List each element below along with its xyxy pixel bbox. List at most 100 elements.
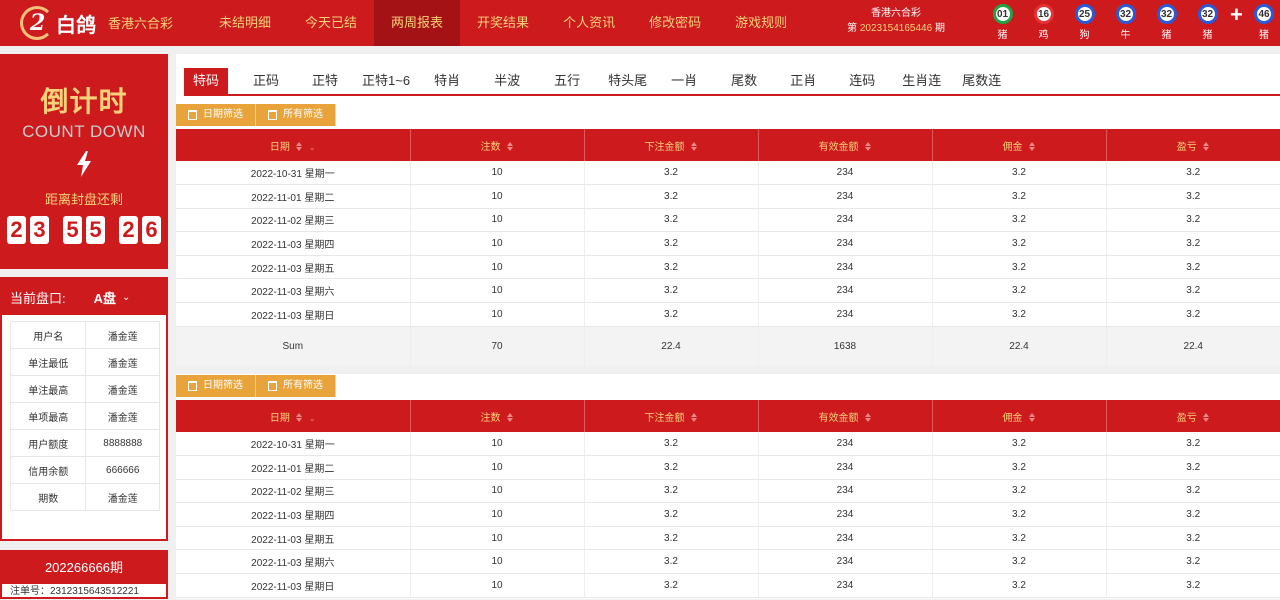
column-header-label: 下注金额 bbox=[644, 412, 685, 424]
table-row: 2022-11-03 星期五 10 3.2 234 3.2 3.2 bbox=[176, 255, 1280, 280]
ball-number: 16 bbox=[1033, 4, 1054, 24]
trash-icon bbox=[188, 110, 197, 120]
report-section: 日期筛选 所有筛选 日期 ⌄ 注数 下注金额 有效金额 佣金 盈亏 2022-10… bbox=[176, 104, 1280, 367]
table-cell: 2022-11-02 星期三 bbox=[176, 208, 411, 233]
col-commission[interactable]: 佣金 bbox=[932, 400, 1107, 432]
nav-two-week-report[interactable]: 两周报表 bbox=[374, 0, 461, 46]
table-row: 2022-10-31 星期一 10 3.2 234 3.2 3.2 bbox=[176, 432, 1280, 457]
table-cell: 3.2 bbox=[932, 455, 1107, 480]
pan-selector[interactable]: 当前盘口: A盘 ⌄ bbox=[2, 279, 166, 315]
sort-icon bbox=[864, 413, 872, 423]
col-count[interactable]: 注数 bbox=[410, 400, 585, 432]
table-row: 2022-10-31 星期一 10 3.2 234 3.2 3.2 bbox=[176, 161, 1280, 186]
countdown-digit: 5 bbox=[86, 216, 105, 244]
table-row: 2022-11-01 星期二 10 3.2 234 3.2 3.2 bbox=[176, 455, 1280, 480]
nav-personal-info[interactable]: 个人资讯 bbox=[546, 0, 632, 46]
date-filter-button[interactable]: 日期筛选 bbox=[176, 104, 256, 126]
tab-wei-shu-lian[interactable]: 尾数连 bbox=[962, 68, 1001, 94]
period-title: 香港六合彩 bbox=[871, 8, 921, 19]
col-count[interactable]: 注数 bbox=[410, 129, 585, 161]
column-header-label: 日期 bbox=[269, 412, 290, 424]
tab-lian-ma[interactable]: 连码 bbox=[849, 68, 875, 94]
col-date[interactable]: 日期 ⌄ bbox=[176, 400, 411, 432]
col-profit-loss[interactable]: 盈亏 bbox=[1106, 400, 1280, 432]
draw-ball: 25 狗 bbox=[1064, 4, 1105, 41]
table-row: 2022-11-02 星期三 10 3.2 234 3.2 3.2 bbox=[176, 208, 1280, 233]
col-profit-loss[interactable]: 盈亏 bbox=[1106, 129, 1280, 161]
sort-icon bbox=[295, 413, 303, 423]
table-cell: 3.2 bbox=[584, 526, 759, 551]
pan-value[interactable]: A盘 bbox=[94, 288, 116, 307]
col-bet-amount[interactable]: 下注金额 bbox=[584, 400, 759, 432]
table-cell: 3.2 bbox=[1106, 502, 1280, 527]
tab-zheng-xiao[interactable]: 正肖 bbox=[790, 68, 816, 94]
logo[interactable]: 2 白鸽 bbox=[18, 4, 96, 42]
table-cell: 3.2 bbox=[1106, 255, 1280, 280]
table-cell: 2022-11-01 星期二 bbox=[176, 184, 411, 209]
table-row: 2022-11-03 星期六 10 3.2 234 3.2 3.2 bbox=[176, 278, 1280, 304]
table-cell: 3.2 bbox=[1106, 573, 1280, 598]
table-cell: Sum bbox=[176, 326, 411, 367]
tab-sheng-xiao-lian[interactable]: 生肖连 bbox=[902, 68, 941, 94]
info-row: 用户额度 8888888 bbox=[9, 429, 160, 457]
table-cell: 234 bbox=[758, 432, 933, 457]
ball-number: 46 bbox=[1254, 4, 1274, 24]
table-cell: 10 bbox=[410, 573, 585, 598]
table-cell: 3.2 bbox=[932, 526, 1107, 551]
table-cell: 3.2 bbox=[1106, 161, 1280, 186]
table-row: 2022-11-03 星期五 10 3.2 234 3.2 3.2 bbox=[176, 526, 1280, 551]
tab-wei-shu[interactable]: 尾数 bbox=[731, 68, 757, 94]
date-filter-button[interactable]: 日期筛选 bbox=[176, 375, 256, 397]
col-date[interactable]: 日期 ⌄ bbox=[176, 129, 411, 161]
tab-zheng-ma[interactable]: 正码 bbox=[253, 68, 279, 94]
table-cell: 10 bbox=[410, 432, 585, 457]
table-cell: 234 bbox=[758, 231, 933, 256]
table-cell: 3.2 bbox=[932, 549, 1107, 575]
col-valid-amount[interactable]: 有效金额 bbox=[758, 400, 933, 432]
table-cell: 2022-11-03 星期日 bbox=[176, 573, 411, 598]
table-cell: 2022-11-03 星期四 bbox=[176, 502, 411, 527]
all-filter-button[interactable]: 所有筛选 bbox=[256, 375, 336, 397]
table-cell: 3.2 bbox=[932, 432, 1107, 457]
account-info-table: 用户名 潘金莲 单注最低 潘金莲 单注最高 潘金莲 单项最高 潘金莲 用户额度 88888… bbox=[9, 321, 160, 511]
col-valid-amount[interactable]: 有效金额 bbox=[758, 129, 933, 161]
table-header-row: 日期 ⌄ 注数 下注金额 有效金额 佣金 盈亏 bbox=[176, 400, 1280, 432]
tab-ban-bo[interactable]: 半波 bbox=[494, 68, 520, 94]
tab-wu-xing[interactable]: 五行 bbox=[554, 68, 580, 94]
bet-type-tabs: 特码 正码 正特 正特1~6 特肖 半波 五行 特头尾 一肖 尾数 正肖 连码 … bbox=[184, 68, 1280, 96]
tab-zheng-te-1-6[interactable]: 正特1~6 bbox=[362, 68, 410, 94]
table-cell: 3.2 bbox=[584, 161, 759, 186]
nav-game-rules[interactable]: 游戏规则 bbox=[718, 0, 804, 46]
chevron-down-icon: ⌄ bbox=[308, 142, 316, 152]
nav-unsettled[interactable]: 未结明细 bbox=[202, 0, 288, 46]
tab-zheng-te[interactable]: 正特 bbox=[312, 68, 338, 94]
tab-te-tou-wei[interactable]: 特头尾 bbox=[608, 68, 647, 94]
column-header-label: 有效金额 bbox=[818, 412, 859, 424]
nav-draw-results[interactable]: 开奖结果 bbox=[460, 0, 546, 46]
info-row: 单注最高 潘金莲 bbox=[9, 375, 160, 403]
table-cell: 234 bbox=[758, 549, 933, 575]
table-cell: 3.2 bbox=[932, 302, 1107, 327]
table-cell: 3.2 bbox=[932, 278, 1107, 304]
nav-change-password[interactable]: 修改密码 bbox=[632, 0, 718, 46]
chevron-down-icon[interactable]: ⌄ bbox=[122, 292, 130, 303]
tab-yi-xiao[interactable]: 一肖 bbox=[671, 68, 697, 94]
col-commission[interactable]: 佣金 bbox=[932, 129, 1107, 161]
col-bet-amount[interactable]: 下注金额 bbox=[584, 129, 759, 161]
draw-balls: 01 猪 16 鸡 25 狗 32 牛 32 猪 32 猪 bbox=[982, 4, 1228, 41]
table-cell: 10 bbox=[410, 479, 585, 504]
table-cell: 10 bbox=[410, 502, 585, 527]
table-cell: 2022-11-02 星期三 bbox=[176, 479, 411, 504]
table-cell: 3.2 bbox=[1106, 302, 1280, 327]
nav-today-settled[interactable]: 今天已结 bbox=[288, 0, 374, 46]
countdown-panel: 倒计时 COUNT DOWN 距离封盘还剩 2 3 5 5 2 6 bbox=[0, 54, 168, 269]
tab-te-xiao[interactable]: 特肖 bbox=[434, 68, 460, 94]
tab-te-ma[interactable]: 特码 bbox=[184, 68, 228, 94]
ball-zodiac: 猪 bbox=[1259, 30, 1269, 41]
period-number-line: 第 2023154165446 期 bbox=[847, 23, 945, 34]
all-filter-button[interactable]: 所有筛选 bbox=[256, 104, 336, 126]
ball-zodiac: 猪 bbox=[997, 30, 1008, 41]
column-header-label: 佣金 bbox=[1002, 412, 1023, 424]
lottery-name[interactable]: 香港六合彩 bbox=[108, 13, 173, 32]
table-cell: 10 bbox=[410, 549, 585, 575]
